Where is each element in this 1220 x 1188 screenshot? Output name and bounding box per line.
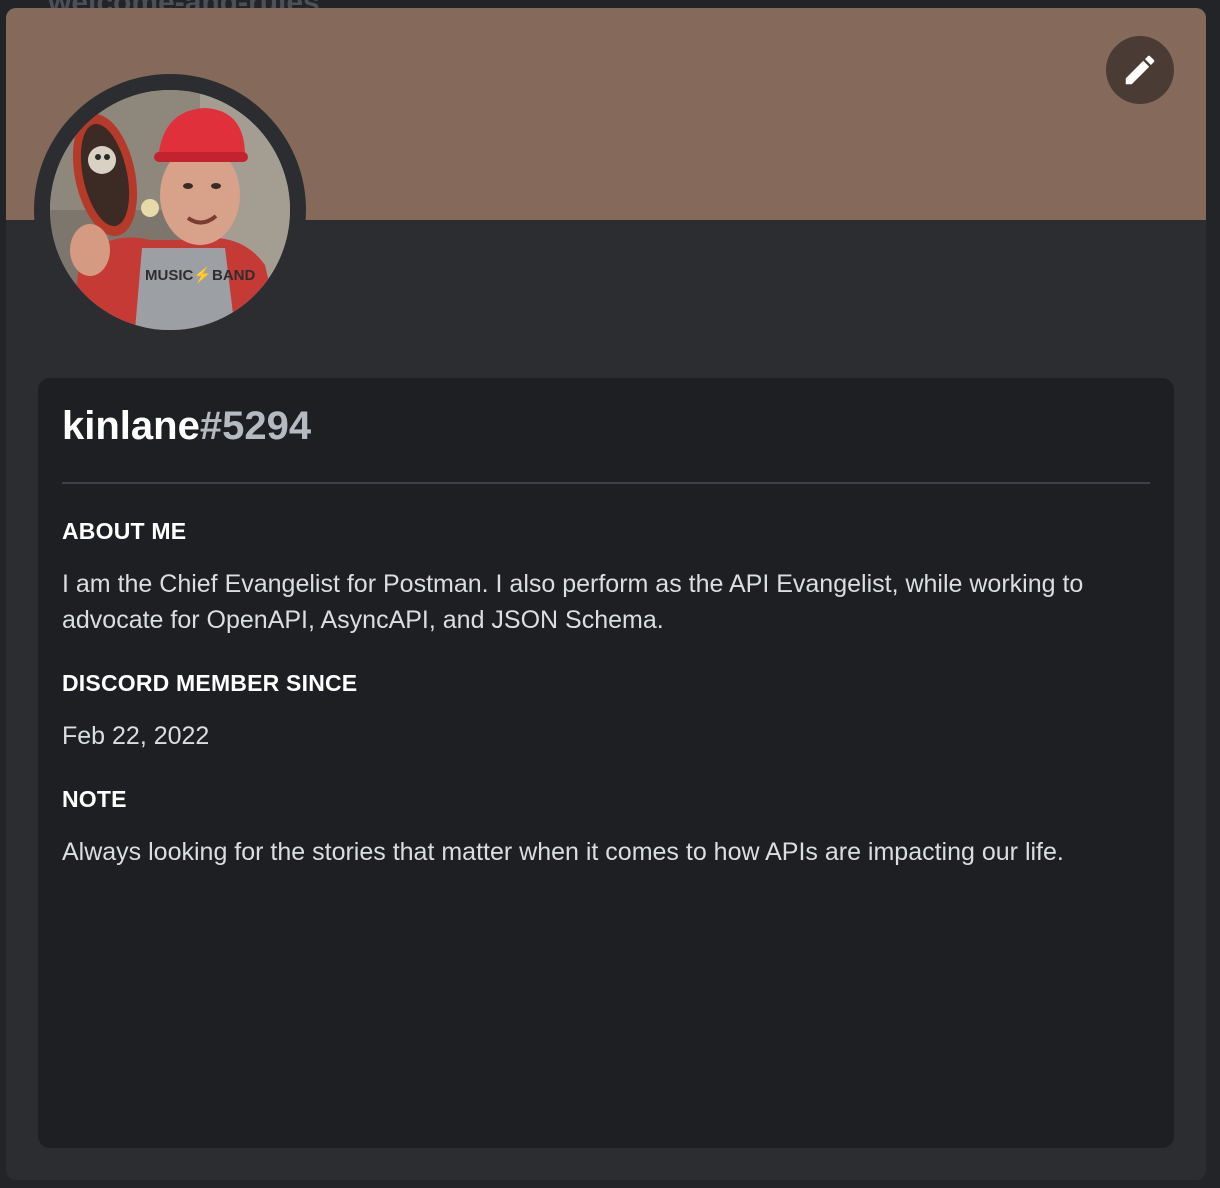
avatar[interactable]: MUSIC⚡BAND	[50, 90, 290, 330]
member-since-heading: DISCORD MEMBER SINCE	[62, 670, 358, 696]
member-since-date: Feb 22, 2022	[62, 722, 210, 750]
username: kinlane	[62, 404, 200, 448]
note-text[interactable]: Always looking for the stories that matt…	[62, 834, 1152, 870]
about-me-text: I am the Chief Evangelist for Postman. I…	[62, 570, 1084, 634]
edit-profile-button[interactable]	[1106, 36, 1174, 104]
svg-text:MUSIC⚡BAND: MUSIC⚡BAND	[145, 266, 256, 284]
note-heading: NOTE	[62, 786, 127, 812]
about-me-heading: ABOUT ME	[62, 518, 187, 544]
pencil-icon	[1125, 55, 1155, 85]
profile-info-card: kinlane#5294 ABOUT ME I am the Chief Eva…	[38, 378, 1174, 1148]
username-row[interactable]: kinlane#5294	[62, 400, 311, 452]
avatar-image: MUSIC⚡BAND	[50, 90, 290, 330]
user-profile-modal: MUSIC⚡BAND kinlane#5294 ABOUT ME I am th…	[6, 8, 1206, 1180]
divider	[62, 482, 1150, 484]
discriminator: #5294	[199, 404, 312, 448]
